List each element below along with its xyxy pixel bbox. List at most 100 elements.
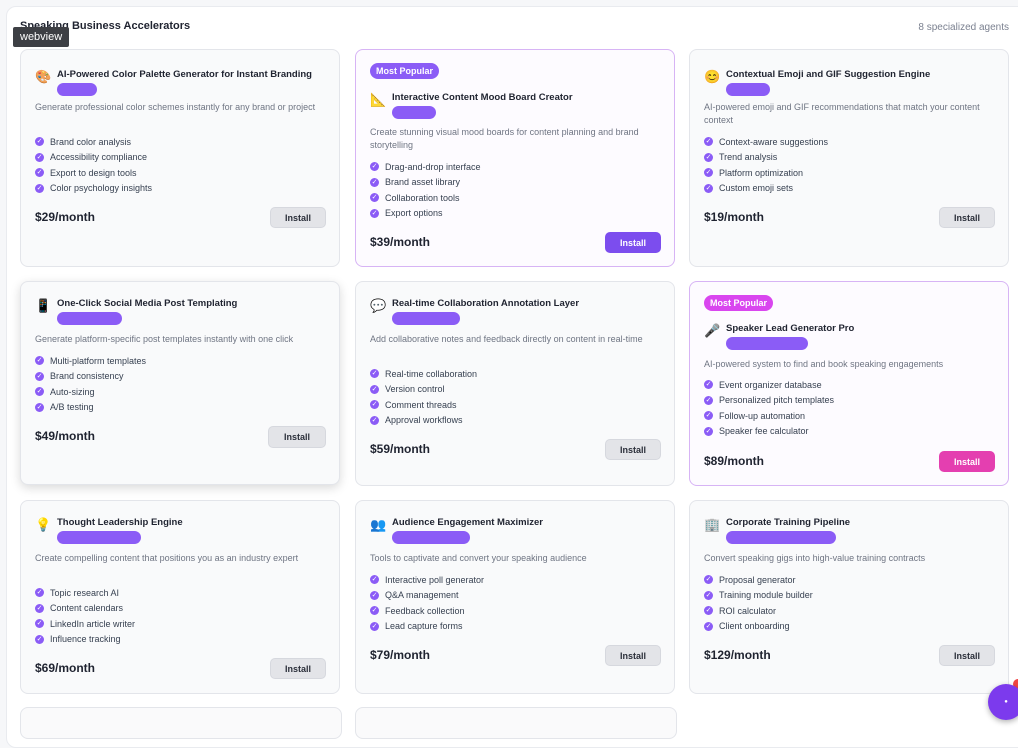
feature-item: ✓ Custom emoji sets bbox=[704, 183, 794, 194]
category-tag bbox=[57, 83, 97, 96]
feature-list: ✓ Event organizer database ✓ Personalized … bbox=[704, 377, 834, 439]
agent-card-speaker-lead[interactable]: Most Popular 🎤 Speaker Lead Generator Pr… bbox=[689, 281, 1009, 486]
feature-item: ✓ Real-time collaboration bbox=[370, 368, 478, 379]
agent-card-partial[interactable] bbox=[355, 707, 677, 739]
feature-item: ✓ Comment threads bbox=[370, 399, 457, 410]
feature-item: ✓ Platform optimization bbox=[704, 167, 804, 178]
feature-item: ✓ Event organizer database bbox=[704, 379, 822, 390]
people-icon: 👥 bbox=[370, 517, 387, 532]
install-button[interactable]: Install bbox=[270, 658, 326, 679]
feature-item: ✓ Brand asset library bbox=[370, 177, 461, 188]
card-title: Contextual Emoji and GIF Suggestion Engi… bbox=[726, 69, 931, 80]
check-icon: ✓ bbox=[35, 387, 44, 397]
smiley-icon: 😊 bbox=[704, 69, 721, 84]
install-button[interactable]: Install bbox=[270, 207, 326, 228]
agent-card-social-templating[interactable]: 📱 One-Click Social Media Post Templating… bbox=[20, 281, 340, 485]
check-icon: ✓ bbox=[704, 168, 713, 178]
check-icon: ✓ bbox=[370, 606, 379, 616]
feature-item: ✓ Context-aware suggestions bbox=[704, 136, 829, 147]
feature-list: ✓ Brand color analysis ✓ Accessibility com… bbox=[35, 134, 152, 196]
category-tag bbox=[392, 312, 460, 325]
agent-card-mood-board[interactable]: Most Popular 📐 Interactive Content Mood … bbox=[355, 49, 675, 267]
feature-item: ✓ Follow-up automation bbox=[704, 410, 806, 421]
card-description: Create compelling content that positions… bbox=[35, 553, 299, 563]
speech-bubble-icon: 💬 bbox=[370, 298, 387, 313]
category-tag bbox=[726, 531, 836, 544]
feature-item: ✓ Brand color analysis bbox=[35, 136, 132, 147]
card-description: Tools to captivate and convert your spea… bbox=[370, 553, 587, 563]
feature-item: ✓ Approval workflows bbox=[370, 415, 463, 426]
install-button[interactable]: Install bbox=[605, 645, 661, 666]
agent-card-emoji-gif[interactable]: 😊 Contextual Emoji and GIF Suggestion En… bbox=[689, 49, 1009, 267]
feature-item: ✓ Version control bbox=[370, 384, 445, 395]
agent-card-audience-engagement[interactable]: 👥 Audience Engagement Maximizer Tools to… bbox=[355, 500, 675, 694]
card-title: Audience Engagement Maximizer bbox=[392, 517, 543, 528]
install-button[interactable]: Install bbox=[939, 207, 995, 228]
agent-card-partial[interactable] bbox=[20, 707, 342, 739]
assistant-icon: ● bbox=[1004, 699, 1008, 705]
webview-tooltip: webview bbox=[13, 27, 70, 47]
check-icon: ✓ bbox=[35, 137, 44, 147]
agent-card-thought-leadership[interactable]: 💡 Thought Leadership Engine Create compe… bbox=[20, 500, 340, 694]
check-icon: ✓ bbox=[35, 371, 44, 381]
feature-item: ✓ Content calendars bbox=[35, 603, 124, 614]
feature-list: ✓ Multi-platform templates ✓ Brand consist… bbox=[35, 353, 146, 415]
card-title: Interactive Content Mood Board Creator bbox=[392, 92, 573, 103]
feature-item: ✓ Export to design tools bbox=[35, 167, 137, 178]
price: $69/month bbox=[35, 661, 96, 675]
triangle-ruler-icon: 📐 bbox=[370, 92, 387, 107]
category-tag bbox=[57, 312, 122, 325]
check-icon: ✓ bbox=[370, 590, 379, 600]
install-button[interactable]: Install bbox=[605, 439, 661, 460]
check-icon: ✓ bbox=[370, 415, 379, 425]
feature-list: ✓ Proposal generator ✓ Training module bui… bbox=[704, 572, 813, 634]
card-description: AI-powered emoji and GIF recommendations… bbox=[704, 102, 980, 125]
card-title: Corporate Training Pipeline bbox=[726, 517, 851, 528]
check-icon: ✓ bbox=[370, 369, 379, 379]
category-tag bbox=[57, 531, 141, 544]
check-icon: ✓ bbox=[704, 621, 713, 631]
check-icon: ✓ bbox=[704, 395, 713, 405]
check-icon: ✓ bbox=[704, 152, 713, 162]
card-title: AI-Powered Color Palette Generator for I… bbox=[57, 69, 312, 80]
install-button[interactable]: Install bbox=[268, 426, 326, 448]
price: $29/month bbox=[35, 210, 96, 224]
check-icon: ✓ bbox=[35, 619, 44, 629]
check-icon: ✓ bbox=[370, 575, 379, 585]
feature-item: ✓ A/B testing bbox=[35, 402, 94, 413]
price: $89/month bbox=[704, 454, 765, 468]
card-description: Convert speaking gigs into high-value tr… bbox=[704, 553, 926, 563]
card-title: Thought Leadership Engine bbox=[57, 517, 183, 528]
feature-item: ✓ Brand consistency bbox=[35, 371, 124, 382]
price: $79/month bbox=[370, 648, 431, 662]
agent-card-corporate-training[interactable]: 🏢 Corporate Training Pipeline Convert sp… bbox=[689, 500, 1009, 694]
category-tag bbox=[392, 531, 470, 544]
card-description: Create stunning visual mood boards for c… bbox=[370, 127, 639, 150]
price: $49/month bbox=[35, 429, 96, 443]
card-description: AI-powered system to find and book speak… bbox=[704, 359, 944, 369]
install-button[interactable]: Install bbox=[605, 232, 661, 253]
check-icon: ✓ bbox=[704, 137, 713, 147]
check-icon: ✓ bbox=[370, 384, 379, 394]
feature-item: ✓ Accessibility compliance bbox=[35, 152, 148, 163]
feature-item: ✓ Personalized pitch templates bbox=[704, 395, 835, 406]
feature-item: ✓ Speaker fee calculator bbox=[704, 426, 809, 437]
install-button[interactable]: Install bbox=[939, 451, 995, 472]
check-icon: ✓ bbox=[704, 590, 713, 600]
card-description: Add collaborative notes and feedback dir… bbox=[370, 334, 643, 344]
feature-item: ✓ Feedback collection bbox=[370, 605, 465, 616]
agent-card-color-palette[interactable]: 🎨 AI-Powered Color Palette Generator for… bbox=[20, 49, 340, 267]
feature-item: ✓ Training module builder bbox=[704, 590, 813, 601]
check-icon: ✓ bbox=[704, 606, 713, 616]
card-title: Real-time Collaboration Annotation Layer bbox=[392, 298, 580, 309]
price: $19/month bbox=[704, 210, 765, 224]
feature-list: ✓ Real-time collaboration ✓ Version contro… bbox=[370, 366, 477, 428]
agent-card-annotation-layer[interactable]: 💬 Real-time Collaboration Annotation Lay… bbox=[355, 281, 675, 486]
card-title: One-Click Social Media Post Templating bbox=[57, 298, 238, 309]
chat-assistant-button[interactable]: ● bbox=[988, 684, 1018, 720]
install-button[interactable]: Install bbox=[939, 645, 995, 666]
feature-item: ✓ Q&A management bbox=[370, 590, 459, 601]
card-description: Generate professional color schemes inst… bbox=[35, 102, 316, 112]
feature-item: ✓ Drag-and-drop interface bbox=[370, 161, 481, 172]
feature-item: ✓ Topic research AI bbox=[35, 587, 120, 598]
